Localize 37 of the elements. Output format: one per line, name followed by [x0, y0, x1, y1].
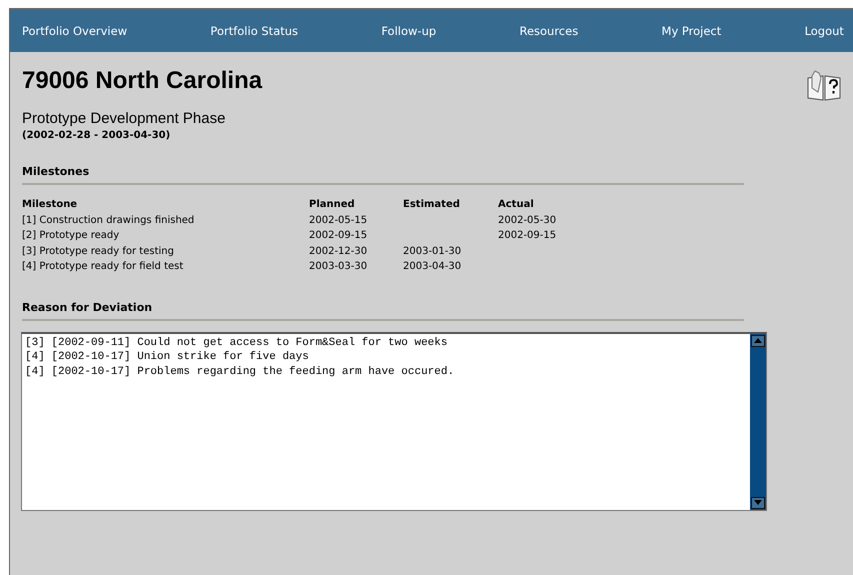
nav-link[interactable]: Resources [519, 24, 578, 38]
table-cell: 2002-09-15 [309, 230, 368, 241]
column-header: Estimated [403, 198, 461, 212]
table-cell: 2003-01-30 [403, 246, 462, 256]
nav-link[interactable]: Portfolio Overview [22, 24, 128, 38]
section-heading: Milestones [22, 165, 90, 178]
table-cell: 2002-05-30 [498, 214, 556, 226]
table-cell: [3] Prototype ready for testing [22, 246, 174, 256]
nav-link[interactable]: Follow-up [381, 24, 436, 38]
scroll-down-button[interactable] [751, 496, 765, 508]
phase-name: Prototype Development Phase [22, 110, 226, 127]
column-header: Actual [498, 198, 535, 212]
table-cell: 2002-05-15 [309, 214, 368, 226]
table-cell: 2003-03-30 [309, 261, 368, 272]
down-arrow-icon [754, 500, 762, 505]
deviation-entry: [4] [2002-10-17] Problems regarding the feeding arm have occured. [25, 364, 456, 379]
deviation-entry: [4] [2002-10-17] Union strike for five days [25, 350, 310, 364]
table-cell: 2002-09-15 [498, 230, 556, 241]
up-arrow-icon [754, 338, 762, 343]
table-cell: 2002-12-30 [309, 246, 368, 256]
page-title: 79006 North Carolina [22, 66, 262, 96]
deviation-text-area[interactable]: [3] [2002-09-11] Could not get access to Form&Seal for two weeks [4] [2002-10-17] Union strike for five days [4] [2002-10-17] Problems regarding the feeding arm have occured. [21, 332, 767, 510]
phase-period: (2002-02-28 - 2003-04-30) [22, 130, 172, 141]
table-cell: [1] Construction drawings finished [22, 214, 194, 226]
scroll-up-button[interactable] [751, 334, 765, 346]
scrollbar[interactable] [750, 334, 766, 510]
column-header: Milestone [22, 198, 78, 212]
nav-link[interactable]: Logout [804, 24, 844, 38]
nav-link[interactable]: My Project [662, 24, 722, 38]
help-book-icon[interactable] [806, 70, 842, 102]
section-heading: Reason for Deviation [22, 300, 154, 314]
table-cell: 2003-04-30 [403, 261, 462, 272]
deviation-entry: [3] [2002-09-11] Could not get access to Form&Seal for two weeks [25, 336, 448, 350]
column-header: Planned [309, 198, 356, 212]
table-cell: [4] Prototype ready for field test [22, 261, 184, 272]
nav-link[interactable]: Portfolio Status [210, 24, 298, 38]
table-cell: [2] Prototype ready [22, 230, 120, 241]
